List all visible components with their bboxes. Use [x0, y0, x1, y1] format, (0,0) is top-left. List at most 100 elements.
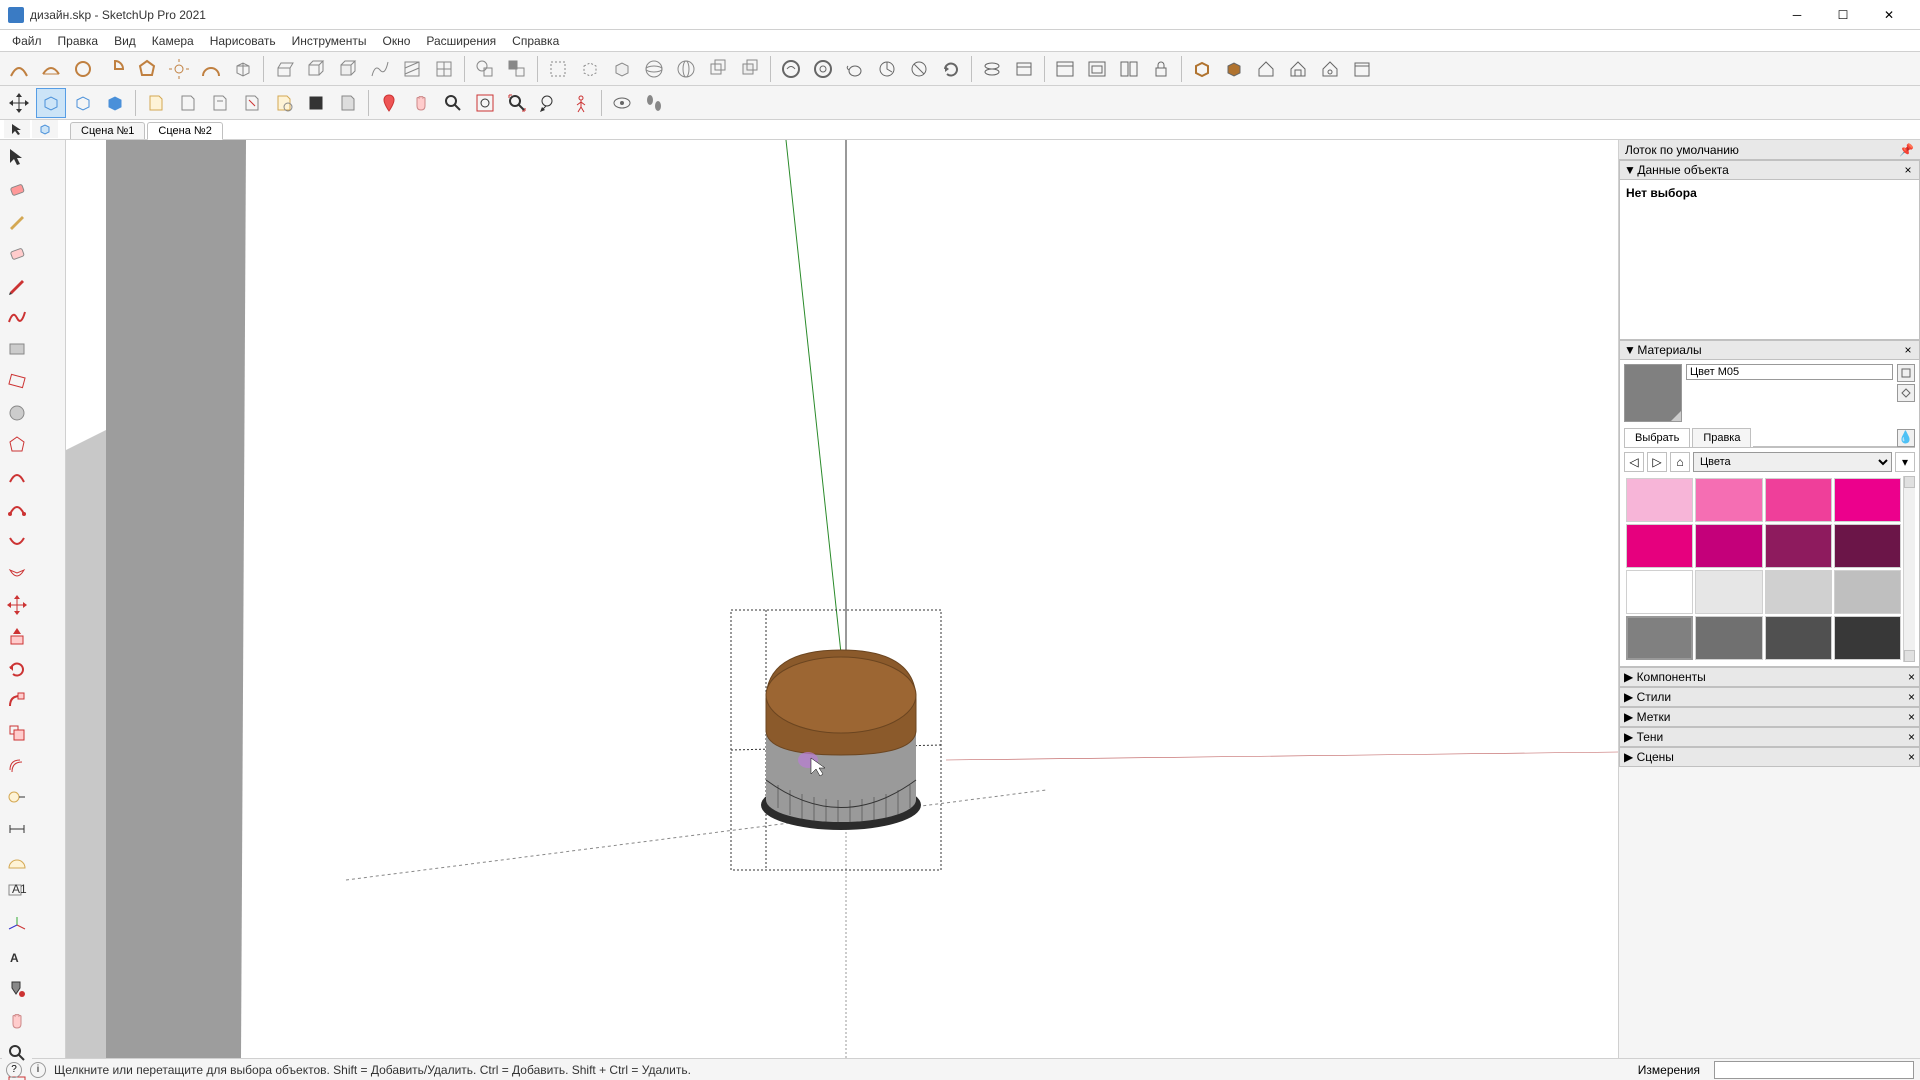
- materials-tab-edit[interactable]: Правка: [1692, 428, 1751, 447]
- tool-circle2[interactable]: [2, 398, 32, 428]
- menu-help[interactable]: Справка: [504, 32, 567, 50]
- tool-extrude[interactable]: [269, 54, 299, 84]
- tool-sheet5[interactable]: [269, 88, 299, 118]
- material-swatch[interactable]: [1834, 570, 1901, 614]
- tool-rotate[interactable]: [2, 654, 32, 684]
- scene-tab-1[interactable]: Сцена №1: [70, 122, 145, 139]
- tool-layer1[interactable]: [977, 54, 1007, 84]
- menu-camera[interactable]: Камера: [144, 32, 202, 50]
- tool-cloud2[interactable]: [808, 54, 838, 84]
- tool-store[interactable]: [1347, 54, 1377, 84]
- tool-sheet2[interactable]: [173, 88, 203, 118]
- panel-collapsed[interactable]: ▶ Компоненты×: [1619, 667, 1920, 687]
- tool-eraser2[interactable]: [2, 238, 32, 268]
- panel-collapsed[interactable]: ▶ Сцены×: [1619, 747, 1920, 767]
- menu-file[interactable]: Файл: [4, 32, 50, 50]
- tool-hatch[interactable]: [397, 54, 427, 84]
- tool-round2[interactable]: [904, 54, 934, 84]
- tool-zoom-prev[interactable]: [534, 88, 564, 118]
- tool-arc2[interactable]: [36, 54, 66, 84]
- material-swatch[interactable]: [1765, 570, 1832, 614]
- tool-sun[interactable]: [164, 54, 194, 84]
- tool-protractor[interactable]: [196, 54, 226, 84]
- viewport[interactable]: [66, 140, 1618, 1058]
- tool-globe1[interactable]: [639, 54, 669, 84]
- tool-zoom-extents[interactable]: [502, 88, 532, 118]
- tool-round1[interactable]: [872, 54, 902, 84]
- panel-collapsed[interactable]: ▶ Метки×: [1619, 707, 1920, 727]
- materials-library-combo[interactable]: Цвета: [1693, 452, 1892, 472]
- tool-house3[interactable]: [1315, 54, 1345, 84]
- tool-box[interactable]: [301, 54, 331, 84]
- menu-extensions[interactable]: Расширения: [418, 32, 504, 50]
- tool-pushpull[interactable]: [2, 622, 32, 652]
- tool-window1[interactable]: [1050, 54, 1080, 84]
- menu-edit[interactable]: Правка: [50, 32, 107, 50]
- panel-collapsed[interactable]: ▶ Стили×: [1619, 687, 1920, 707]
- scene-arrow-tool[interactable]: [4, 120, 30, 138]
- tool-footprints[interactable]: [639, 88, 669, 118]
- close-button[interactable]: ✕: [1866, 0, 1912, 30]
- panel-close-icon[interactable]: ×: [1901, 343, 1915, 357]
- tool-hand2[interactable]: [2, 1006, 32, 1036]
- swatches-scrollbar[interactable]: [1903, 476, 1915, 662]
- panel-close-icon[interactable]: ×: [1908, 730, 1915, 744]
- materials-home-button[interactable]: ⌂: [1670, 452, 1690, 472]
- material-create-button[interactable]: [1897, 364, 1915, 382]
- scene-tab-2[interactable]: Сцена №2: [147, 122, 222, 140]
- tool-lines[interactable]: [365, 54, 395, 84]
- material-swatch[interactable]: [1626, 524, 1693, 568]
- tool-eraser[interactable]: [2, 174, 32, 204]
- panel-close-icon[interactable]: ×: [1908, 750, 1915, 764]
- tool-zoom[interactable]: [438, 88, 468, 118]
- tool-offset[interactable]: [2, 750, 32, 780]
- tool-move-arrows[interactable]: [4, 88, 34, 118]
- tool-sheet3[interactable]: [205, 88, 235, 118]
- tool-comp2[interactable]: [735, 54, 765, 84]
- tool-wireframe3[interactable]: [607, 54, 637, 84]
- material-swatch[interactable]: [1626, 616, 1693, 660]
- tray-pin-icon[interactable]: 📌: [1899, 143, 1914, 157]
- tool-hand[interactable]: [406, 88, 436, 118]
- tool-window3[interactable]: [1114, 54, 1144, 84]
- tool-wireframe1[interactable]: [543, 54, 573, 84]
- tool-zoom-region[interactable]: [470, 88, 500, 118]
- tool-axes[interactable]: [2, 910, 32, 940]
- panel-materials-header[interactable]: ▼ Материалы ×: [1619, 340, 1920, 360]
- tool-shape2[interactable]: [502, 54, 532, 84]
- tool-sheet6[interactable]: [301, 88, 331, 118]
- tool-box2[interactable]: [333, 54, 363, 84]
- materials-back-button[interactable]: ◁: [1624, 452, 1644, 472]
- menu-tools[interactable]: Инструменты: [284, 32, 375, 50]
- tool-wireframe2[interactable]: [575, 54, 605, 84]
- maximize-button[interactable]: ☐: [1820, 0, 1866, 30]
- material-swatch[interactable]: [1765, 524, 1832, 568]
- material-swatch[interactable]: [1765, 616, 1832, 660]
- tool-iso-cube2[interactable]: [68, 88, 98, 118]
- tool-3dtext[interactable]: A: [2, 942, 32, 972]
- tool-pencil[interactable]: [2, 270, 32, 300]
- tool-rot-rectangle[interactable]: [2, 366, 32, 396]
- tool-3pt-arc[interactable]: [2, 526, 32, 556]
- tool-cube[interactable]: [228, 54, 258, 84]
- menu-window[interactable]: Окно: [374, 32, 418, 50]
- material-swatch[interactable]: [1695, 524, 1762, 568]
- minimize-button[interactable]: ─: [1774, 0, 1820, 30]
- tool-circle[interactable]: [68, 54, 98, 84]
- menu-draw[interactable]: Нарисовать: [202, 32, 284, 50]
- tool-move[interactable]: [2, 590, 32, 620]
- tool-pie[interactable]: [100, 54, 130, 84]
- tool-polygon[interactable]: [132, 54, 162, 84]
- tool-comp1[interactable]: [703, 54, 733, 84]
- panel-collapsed[interactable]: ▶ Тени×: [1619, 727, 1920, 747]
- tool-select[interactable]: [2, 142, 32, 172]
- tool-sheet7[interactable]: [333, 88, 363, 118]
- tool-lock[interactable]: [1146, 54, 1176, 84]
- material-name-input[interactable]: [1686, 364, 1893, 380]
- tool-globe2[interactable]: [671, 54, 701, 84]
- tool-pencil-gold[interactable]: [2, 206, 32, 236]
- tool-iso-cube3[interactable]: [100, 88, 130, 118]
- tool-arc[interactable]: [4, 54, 34, 84]
- measurements-input[interactable]: [1714, 1061, 1914, 1079]
- tool-arc-tool[interactable]: [2, 462, 32, 492]
